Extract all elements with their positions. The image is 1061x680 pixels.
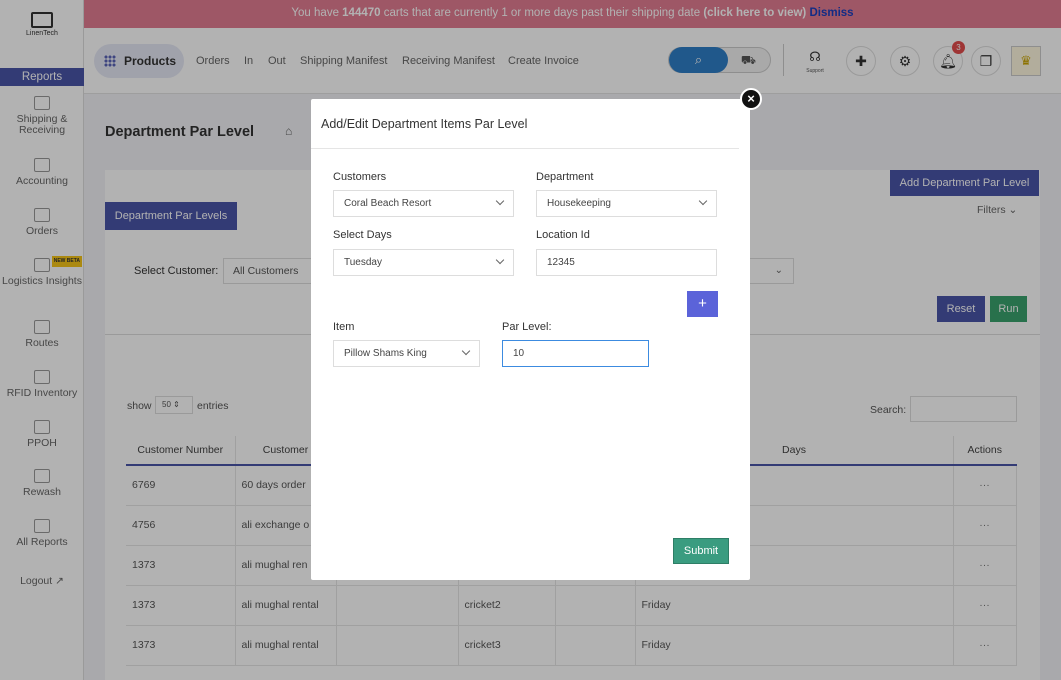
customers-select[interactable]: Coral Beach Resort: [333, 190, 514, 217]
department-select-value: Housekeeping: [547, 198, 611, 209]
item-select[interactable]: Pillow Shams King: [333, 340, 480, 367]
add-item-button[interactable]: +: [687, 291, 718, 317]
modal-title: Add/Edit Department Items Par Level: [321, 117, 528, 131]
chevron-down-icon: [495, 196, 505, 206]
par-level-input[interactable]: 10: [502, 340, 649, 367]
department-label: Department: [536, 171, 594, 183]
customers-select-value: Coral Beach Resort: [344, 198, 432, 209]
close-icon[interactable]: ×: [740, 88, 762, 110]
select-days-label: Select Days: [333, 229, 392, 241]
chevron-down-icon: [461, 346, 471, 356]
location-id-label: Location Id: [536, 229, 590, 241]
chevron-down-icon: [495, 255, 505, 265]
chevron-down-icon: [698, 196, 708, 206]
par-level-label: Par Level:: [502, 321, 552, 333]
plus-icon: +: [698, 295, 707, 312]
item-label: Item: [333, 321, 355, 333]
select-days-select[interactable]: Tuesday: [333, 249, 514, 276]
location-id-input[interactable]: 12345: [536, 249, 717, 276]
par-level-modal: Add/Edit Department Items Par Level Cust…: [311, 99, 750, 580]
modal-header-divider: [311, 148, 739, 149]
item-select-value: Pillow Shams King: [344, 348, 427, 359]
customers-label: Customers: [333, 171, 387, 183]
department-select[interactable]: Housekeeping: [536, 190, 717, 217]
select-days-value: Tuesday: [344, 257, 382, 268]
submit-button[interactable]: Submit: [673, 538, 729, 564]
